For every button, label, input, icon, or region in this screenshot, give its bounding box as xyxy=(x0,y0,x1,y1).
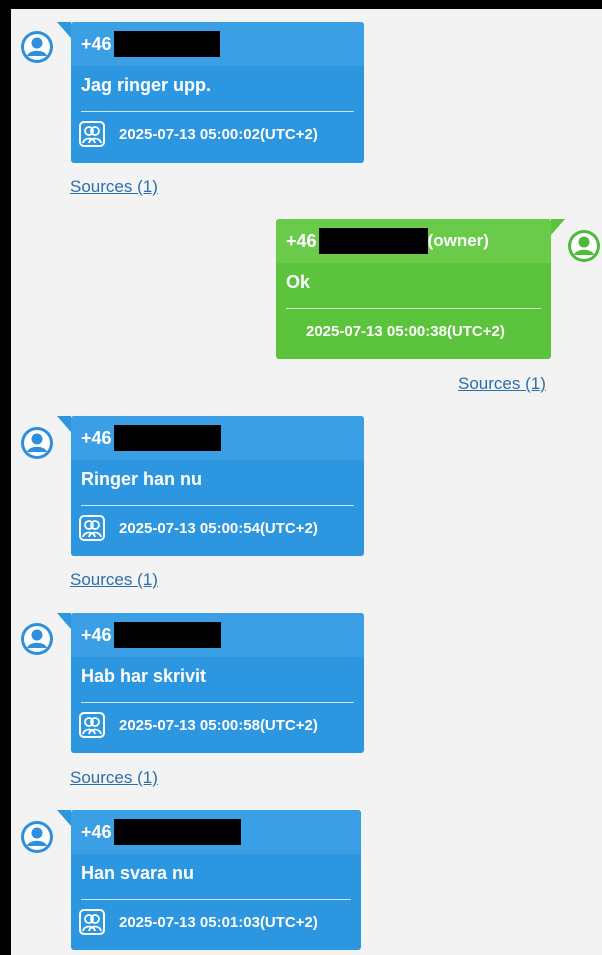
message-text: Jag ringer upp. xyxy=(81,75,212,95)
timestamp-row: 2025-07-13 05:00:54(UTC+2) xyxy=(71,506,364,550)
sender-number: +46 xyxy=(81,821,112,842)
sources-link[interactable]: Sources (1) xyxy=(70,768,158,788)
timestamp-row: 2025-07-13 05:00:38(UTC+2) xyxy=(276,309,551,353)
timestamp: 2025-07-13 05:00:54(UTC+2) xyxy=(119,519,318,537)
message-bubble: +46 Jag ringer upp. 2025-07-13 05:00:02(… xyxy=(57,22,364,163)
timestamp-row: 2025-07-13 05:00:58(UTC+2) xyxy=(71,703,364,747)
message-bubble: +46 (owner) Ok 2025-07-13 05:00:38(UTC+2… xyxy=(276,219,565,359)
user-avatar-icon xyxy=(21,427,53,459)
user-avatar-icon xyxy=(21,31,53,63)
owner-label: (owner) xyxy=(427,231,489,250)
participants-icon xyxy=(79,712,105,738)
user-avatar-icon xyxy=(21,821,53,853)
sender-number: +46 xyxy=(81,624,112,645)
message-text: Hab har skrivit xyxy=(81,666,207,686)
sender-number: +46 xyxy=(81,427,112,448)
timestamp: 2025-07-13 05:01:03(UTC+2) xyxy=(119,913,318,931)
timestamp-row: 2025-07-13 05:01:03(UTC+2) xyxy=(71,900,361,944)
sender-row: +46 xyxy=(71,416,364,460)
timestamp: 2025-07-13 05:00:02(UTC+2) xyxy=(119,125,318,143)
timestamp-row: 2025-07-13 05:00:02(UTC+2) xyxy=(71,112,364,156)
redaction-box xyxy=(113,31,220,57)
message-text: Ok xyxy=(286,272,311,292)
redaction-box xyxy=(113,819,241,845)
sender-row: +46 (owner) xyxy=(276,219,551,263)
redaction-box xyxy=(318,228,428,254)
participants-icon xyxy=(79,121,105,147)
participants-icon xyxy=(79,909,105,935)
chat-transcript: +46 Jag ringer upp. 2025-07-13 05:00:02(… xyxy=(11,9,602,955)
sources-link[interactable]: Sources (1) xyxy=(70,570,158,590)
timestamp: 2025-07-13 05:00:58(UTC+2) xyxy=(119,716,318,734)
sender-number: +46 xyxy=(286,230,317,251)
message-text: Ringer han nu xyxy=(81,469,202,489)
message-text: Han svara nu xyxy=(81,863,195,883)
user-avatar-icon xyxy=(568,230,600,262)
user-avatar-icon xyxy=(21,623,53,655)
message-bubble: +46 Hab har skrivit 2025-07-13 05:00:58(… xyxy=(57,613,364,753)
sender-row: +46 xyxy=(71,810,361,854)
sender-row: +46 xyxy=(71,22,364,66)
sources-link[interactable]: Sources (1) xyxy=(458,374,546,394)
redaction-box xyxy=(113,622,221,648)
timestamp: 2025-07-13 05:00:38(UTC+2) xyxy=(306,322,505,340)
sources-link[interactable]: Sources (1) xyxy=(70,177,158,197)
redaction-box xyxy=(113,425,221,451)
sender-number: +46 xyxy=(81,33,112,54)
sender-row: +46 xyxy=(71,613,364,657)
participants-icon xyxy=(79,515,105,541)
message-bubble: +46 Ringer han nu 2025-07-13 05:00:54(UT… xyxy=(57,416,364,556)
message-bubble: +46 Han svara nu 2025-07-13 05:01:03(UTC… xyxy=(57,810,361,950)
